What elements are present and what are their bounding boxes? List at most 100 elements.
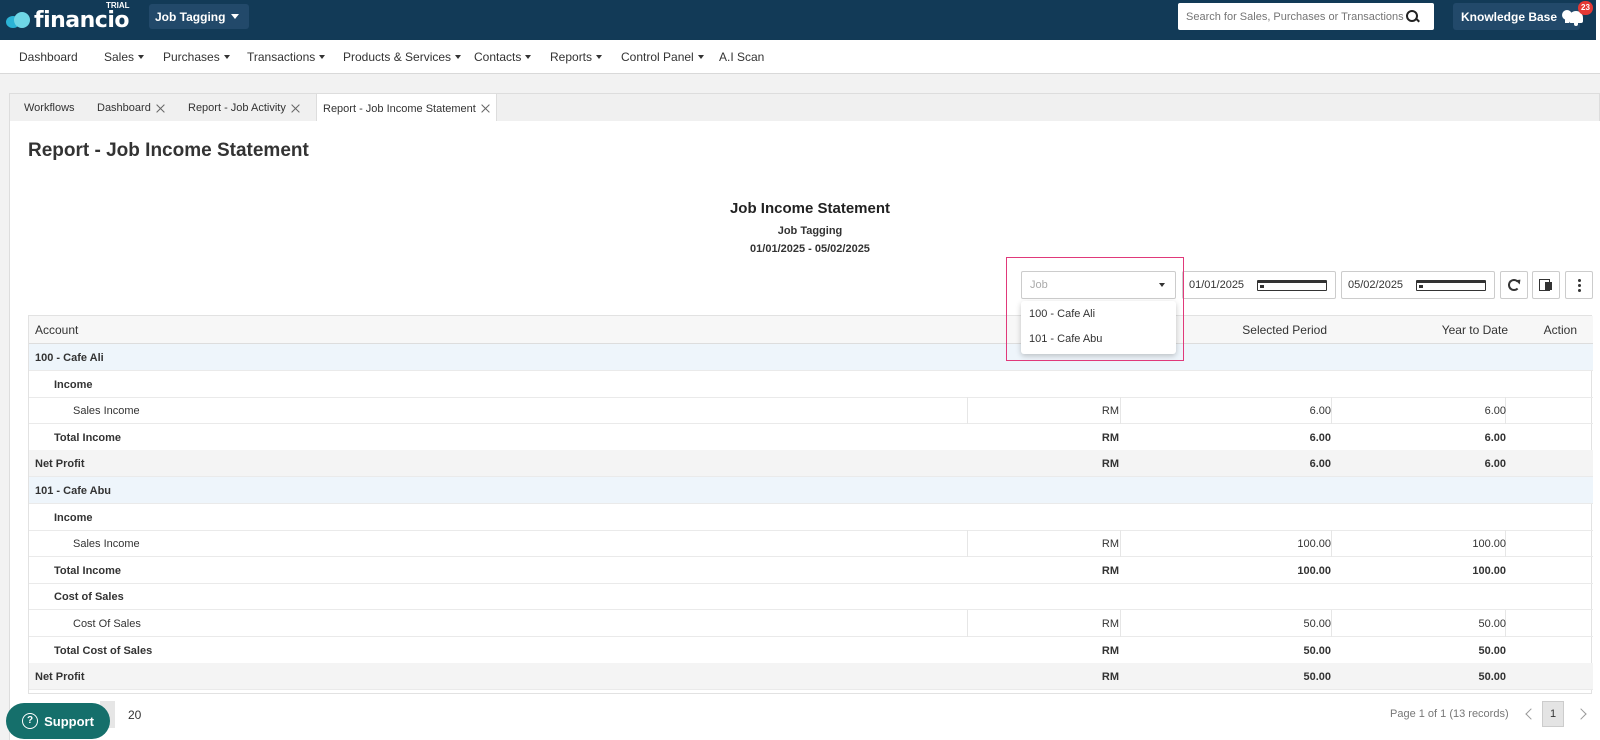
knowledge-base-button[interactable]: Knowledge Base <box>1453 3 1581 30</box>
job-option[interactable]: 101 - Cafe Abu <box>1029 333 1102 345</box>
cloud-logo-icon <box>6 11 32 29</box>
menu-dashboard[interactable]: Dashboard <box>19 50 78 64</box>
calendar-icon[interactable] <box>1416 279 1486 291</box>
support-button[interactable]: ? Support <box>6 703 110 739</box>
row-label: Total Income <box>54 431 122 444</box>
menu-control-panel[interactable]: Control Panel <box>621 50 704 64</box>
menu-ai-scan[interactable]: A.I Scan <box>719 50 764 64</box>
row-year-to-date: 6.00 <box>1484 405 1506 418</box>
top-bar: financio TRIAL Job Tagging Knowledge Bas… <box>0 0 1600 40</box>
date-to-value: 05/02/2025 <box>1348 279 1404 291</box>
row-label: 101 - Cafe Abu <box>35 485 112 497</box>
job-option[interactable]: 100 - Cafe Ali <box>1029 308 1095 320</box>
row-label: Net Profit <box>35 671 85 684</box>
menu-products-services[interactable]: Products & Services <box>343 50 462 64</box>
row-selected-period: 6.00 <box>1309 458 1331 471</box>
row-currency: RM <box>1101 644 1119 657</box>
report-subtitle: Job Tagging <box>777 225 843 237</box>
col-action: Action <box>1543 323 1577 337</box>
table-row: Sales Income RM 100.00 100.00 <box>29 530 1593 558</box>
caret-down-icon <box>455 55 462 59</box>
row-selected-period: 50.00 <box>1303 671 1331 684</box>
row-selected-period: 100.00 <box>1297 538 1331 551</box>
search-input[interactable] <box>1178 10 1406 23</box>
more-options-button[interactable] <box>1565 271 1593 299</box>
support-label: Support <box>44 713 94 729</box>
notification-count-badge: 23 <box>1578 1 1593 15</box>
row-currency: RM <box>1101 618 1119 630</box>
row-label: Sales Income <box>73 538 140 551</box>
income-statement-table: Account Selected Period Year to Date Act… <box>28 315 1593 694</box>
table-row: 100 - Cafe Ali <box>29 344 1593 371</box>
caret-down-icon <box>596 55 603 59</box>
row-selected-period: 6.00 <box>1309 431 1331 444</box>
global-search[interactable] <box>1178 3 1434 30</box>
page-number-button[interactable]: 1 <box>1542 701 1564 727</box>
table-row: Cost Of Sales RM 50.00 50.00 <box>29 610 1593 637</box>
row-selected-period: 100.00 <box>1297 564 1331 577</box>
job-dropdown-menu: 100 - Cafe Ali 101 - Cafe Abu <box>1021 301 1176 354</box>
tab-workflows[interactable]: Workflows <box>18 94 81 122</box>
row-label: Income <box>54 378 93 391</box>
row-selected-period: 50.00 <box>1303 644 1331 657</box>
row-currency: RM <box>1101 538 1119 551</box>
close-icon[interactable] <box>156 104 165 113</box>
table-row: Total Cost of Sales RM 50.00 50.00 <box>29 637 1593 664</box>
brand-name: financio <box>34 7 129 33</box>
financio-logo[interactable]: financio <box>6 6 129 34</box>
table-row: Total Income RM 100.00 100.00 <box>29 557 1593 584</box>
caret-down-icon <box>138 55 145 59</box>
date-to-input[interactable]: 05/02/2025 <box>1341 271 1495 299</box>
row-label: Net Profit <box>35 458 85 471</box>
more-vertical-icon <box>1577 278 1581 292</box>
table-header: Account Selected Period Year to Date Act… <box>29 316 1593 344</box>
row-label: 100 - Cafe Ali <box>35 352 104 364</box>
menu-sales[interactable]: Sales <box>104 50 145 64</box>
report-date-range: 01/01/2025 - 05/02/2025 <box>750 243 870 255</box>
date-from-input[interactable]: 01/01/2025 <box>1182 271 1336 299</box>
org-switcher-button[interactable]: Job Tagging <box>149 4 250 29</box>
menu-contacts[interactable]: Contacts <box>474 50 532 64</box>
caret-down-icon <box>319 55 326 59</box>
notifications-button[interactable]: 23 <box>1567 1 1593 28</box>
row-currency: RM <box>1101 431 1119 444</box>
row-year-to-date: 50.00 <box>1478 671 1506 684</box>
export-icon <box>1539 279 1553 291</box>
col-selected-period: Selected Period <box>1242 323 1327 337</box>
calendar-icon[interactable] <box>1257 279 1327 291</box>
close-icon[interactable] <box>291 104 300 113</box>
main-menu: Dashboard Sales Purchases Transactions P… <box>0 40 1600 74</box>
search-icon[interactable] <box>1406 9 1420 24</box>
table-row: Net Profit RM 50.00 50.00 <box>29 663 1593 691</box>
tab-dashboard[interactable]: Dashboard <box>91 94 171 122</box>
date-from-value: 01/01/2025 <box>1189 279 1245 291</box>
caret-down-icon <box>223 55 230 59</box>
table-row: Cost of Sales <box>29 583 1593 611</box>
menu-transactions[interactable]: Transactions <box>247 50 326 64</box>
row-label: Income <box>54 511 93 524</box>
row-label: Total Cost of Sales <box>54 644 153 657</box>
menu-purchases[interactable]: Purchases <box>163 50 230 64</box>
table-row: Sales Income RM 6.00 6.00 <box>29 397 1593 425</box>
job-select[interactable]: Job <box>1021 271 1176 299</box>
col-year-to-date: Year to Date <box>1441 323 1508 337</box>
caret-down-icon <box>231 14 240 19</box>
row-year-to-date: 100.00 <box>1472 538 1506 551</box>
menu-reports[interactable]: Reports <box>550 50 603 64</box>
row-label: Total Income <box>54 564 122 577</box>
row-currency: RM <box>1101 564 1119 577</box>
pagination-info: Page 1 of 1 (13 records) <box>1390 708 1509 720</box>
refresh-button[interactable] <box>1500 271 1528 299</box>
caret-down-icon <box>1159 283 1165 287</box>
col-account: Account <box>35 323 79 337</box>
org-name: Job Tagging <box>155 9 226 24</box>
table-row: Income <box>29 504 1593 531</box>
table-row: Income <box>29 371 1593 398</box>
close-icon[interactable] <box>481 104 490 113</box>
tab-report-job-activity[interactable]: Report - Job Activity <box>182 94 306 122</box>
knowledge-base-label: Knowledge Base <box>1461 9 1558 24</box>
export-button[interactable] <box>1532 271 1560 299</box>
tab-report-job-income-statement[interactable]: Report - Job Income Statement <box>316 94 497 123</box>
row-year-to-date: 50.00 <box>1478 644 1506 657</box>
page-size-value[interactable]: 20 <box>128 708 141 722</box>
